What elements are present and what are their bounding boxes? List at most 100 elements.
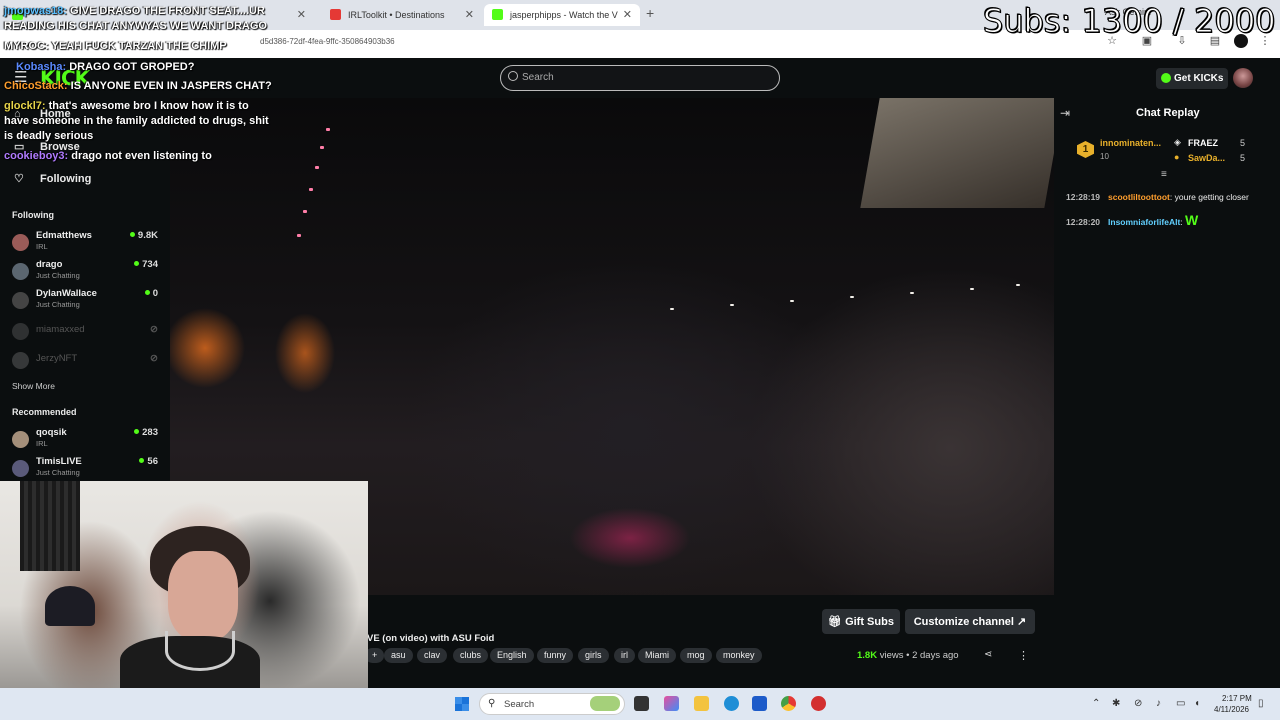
live-dot-icon [129,232,135,237]
customize-channel-button[interactable]: Customize channel ↗ [905,609,1035,634]
edge-icon[interactable] [724,696,739,711]
collapse-chat-icon[interactable]: ⇥ [1060,106,1070,120]
tag[interactable]: clubs [453,648,489,663]
sidebar-channel-edmatthews[interactable]: Edmatthews IRL 9.8K [0,230,170,256]
close-icon[interactable]: ✕ [297,8,306,21]
channel-name: TimisLIVE [36,456,82,467]
tray-chevron-icon[interactable]: ⌃ [1092,698,1100,709]
overlay-chat-user: glockl7: [4,100,46,112]
tag[interactable]: monkey [716,648,762,663]
leaderboard-name[interactable]: innominaten... [1100,138,1161,148]
tag[interactable]: mog [680,648,712,663]
overlay-chat-text: READING HIS CHAT ANYWYAS WE WANT DRAGO [4,20,267,32]
search-icon: ⚲ [488,698,496,709]
share-icon[interactable]: ⋖ [984,649,992,660]
network-icon[interactable]: ▭ [1176,698,1185,709]
sidebar-channel-drago[interactable]: drago Just Chatting 734 [0,259,170,285]
chat-timestamp: 12:28:19 [1066,192,1101,202]
overlay-chat-line: is deadly serious [4,130,93,142]
more-options-icon[interactable]: ⋮ [1018,649,1029,662]
tag[interactable]: asu [384,648,413,663]
overlay-chat-user: Kobasha: [16,61,67,73]
channel-name: qoqsik [36,427,67,438]
sidebar-channel-jerzynft[interactable]: JerzyNFT ⊘ [0,348,170,374]
video-scene-light [303,210,307,213]
chat-title: Chat Replay [1136,107,1200,119]
show-more-button[interactable]: Show More [12,381,55,391]
chrome-icon[interactable] [781,696,796,711]
offline-icon: ⊘ [150,353,158,364]
clock-time[interactable]: 2:17 PM [1222,694,1252,703]
copilot-icon[interactable] [664,696,679,711]
volume-icon[interactable]: ◖ [1194,698,1200,709]
video-scene-light [790,300,794,302]
overlay-chat-text: is deadly serious [4,130,94,142]
chat-username[interactable]: InsomniaforlifeAlt [1108,217,1180,227]
tag[interactable]: English [490,648,534,663]
app-icon[interactable] [811,696,826,711]
tray-app-icon[interactable]: ⊘ [1134,698,1142,709]
leaderboard-badge-icon: ◈ [1174,137,1181,147]
tag[interactable]: irl [614,648,635,663]
viewer-count-value: 734 [142,259,158,270]
channel-name: Edmatthews [36,230,92,241]
video-scene-light [326,128,330,131]
sidebar-channel-dylanwallace[interactable]: DylanWallace Just Chatting 0 [0,288,170,314]
sidebar-item-following[interactable]: ♡ Following [14,172,91,185]
avatar [12,292,29,309]
get-kicks-button[interactable]: Get KICKs [1156,68,1228,89]
task-view-icon[interactable] [634,696,649,711]
viewer-count-value: 56 [147,456,158,467]
tag[interactable]: Miami [638,648,676,663]
search-placeholder: Search [522,72,554,83]
channel-category: Just Chatting [36,468,80,477]
leaderboard-badge-icon: ● [1174,152,1180,162]
video-scene-light [1016,284,1020,286]
offline-icon: ⊘ [150,324,158,335]
overlay-chat-text: DRAGO GOT GROPED? [69,61,195,73]
tag[interactable]: clav [417,648,448,663]
clock-date[interactable]: 4/11/2026 [1214,705,1249,714]
viewer-count: 283 [134,427,158,438]
live-dot-icon [134,261,140,266]
close-icon[interactable]: ✕ [465,8,474,21]
windows-start-icon[interactable] [455,697,469,711]
overlay-chat-line: MYROC: YEAH FUCK TARZAN THE CHIMP [4,40,227,52]
user-avatar[interactable] [1233,68,1253,88]
tab-irltoolkit[interactable]: IRLToolkit • Destinations ✕ [322,4,482,26]
microphone-icon[interactable]: ♪ [1156,698,1161,709]
sidebar-channel-qoqsik[interactable]: qoqsik IRL 283 [0,427,170,453]
overlay-chat-text: have someone in the family addicted to d… [4,115,269,127]
viewer-count: 0 [144,288,158,299]
tag[interactable]: girls [578,648,609,663]
video-scene-light [730,304,734,306]
overlay-chat-user: cookieboy3: [4,150,69,162]
tag[interactable]: funny [537,648,574,663]
kicks-coin-icon [1161,73,1171,83]
sidebar-channel-miamaxxed[interactable]: miamaxxed ⊘ [0,319,170,345]
avatar [12,323,29,340]
tab-jasperphipps[interactable]: jasperphipps - Watch the V ✕ [484,4,640,26]
channel-name: drago [36,259,63,270]
leaderboard-name[interactable]: SawDa... [1188,153,1225,163]
overlay-chat-user: MYROC: [4,40,49,52]
gift-subs-button[interactable]: 🎁︎ Gift Subs [822,609,900,634]
store-icon[interactable] [752,696,767,711]
notifications-icon[interactable]: ▯ [1258,698,1264,709]
webcam-overlay [0,481,368,688]
stream-title: VE (on video) with ASU Foid [367,633,495,644]
gift-icon: 🎁︎ [828,616,846,628]
overlay-chat-line: cookieboy3: drago not even listening to [4,150,212,162]
close-icon[interactable]: ✕ [623,8,632,21]
expand-leaderboard-icon[interactable]: ≡ [1161,169,1167,180]
leaderboard-name[interactable]: FRAEZ [1188,138,1218,148]
new-tab-button[interactable]: + [646,5,654,21]
overlay-chat-line: have someone in the family addicted to d… [4,115,269,127]
avatar [12,234,29,251]
tray-app-icon[interactable]: ✱ [1112,698,1120,709]
chat-username[interactable]: scootliltoottoot [1108,192,1170,202]
file-explorer-icon[interactable] [694,696,709,711]
sidebar-channel-timislive[interactable]: TimisLIVE Just Chatting 56 [0,456,170,482]
webcam-scene-chain [165,631,235,671]
viewer-count-value: 9.8K [137,230,158,241]
